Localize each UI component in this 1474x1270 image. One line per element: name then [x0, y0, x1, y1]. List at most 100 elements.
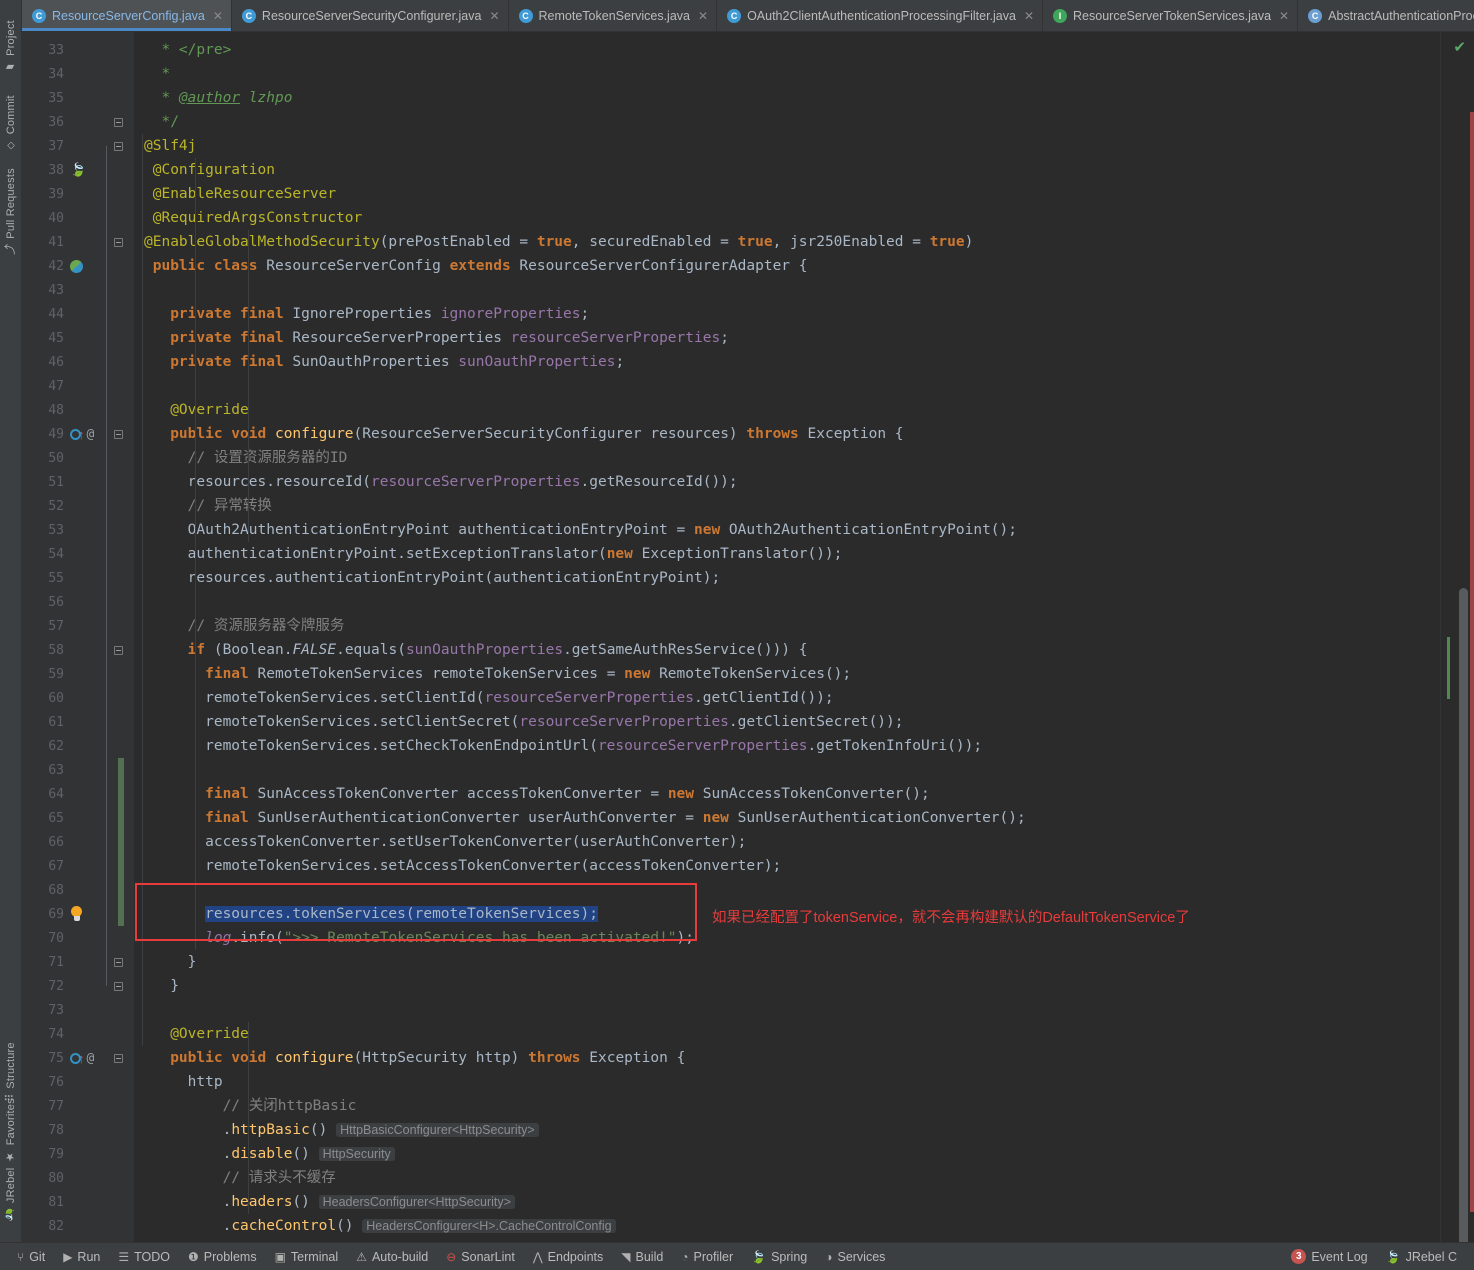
code-line[interactable]: final SunUserAuthenticationConverter use… — [134, 806, 1440, 830]
sidebar-item-favorites[interactable]: ★ Favorites — [0, 1098, 22, 1163]
code-line[interactable] — [134, 998, 1440, 1022]
code-line[interactable]: */ — [134, 110, 1440, 134]
code-line[interactable]: private final IgnoreProperties ignorePro… — [134, 302, 1440, 326]
code-line[interactable]: log.info(">>> RemoteTokenServices has be… — [134, 926, 1440, 950]
editor-scrollbar-thumb[interactable] — [1459, 588, 1468, 1242]
status-item-services[interactable]: ◑ Services — [816, 1250, 894, 1264]
gutter-row[interactable]: 75↑@ — [22, 1046, 134, 1070]
code-line[interactable]: * @author lzhpo — [134, 86, 1440, 110]
gutter-row[interactable]: 70 — [22, 926, 134, 950]
at-icon[interactable]: @ — [87, 427, 95, 442]
fold-collapse-icon[interactable] — [114, 1054, 123, 1063]
gutter-row[interactable]: 39 — [22, 182, 134, 206]
code-line[interactable]: // 设置资源服务器的ID — [134, 446, 1440, 470]
code-line[interactable]: resources.resourceId(resourceServerPrope… — [134, 470, 1440, 494]
code-line[interactable] — [134, 278, 1440, 302]
code-line[interactable]: final SunAccessTokenConverter accessToke… — [134, 782, 1440, 806]
close-icon[interactable]: ✕ — [698, 9, 708, 23]
editor-gutter[interactable]: 333435363738🍃3940414243444546474849↑@505… — [22, 32, 134, 1242]
code-line[interactable]: remoteTokenServices.setAccessTokenConver… — [134, 854, 1440, 878]
editor-tab-2[interactable]: CRemoteTokenServices.java✕ — [509, 0, 718, 31]
gutter-row[interactable]: 52 — [22, 494, 134, 518]
gutter-row[interactable]: 42 — [22, 254, 134, 278]
gutter-row[interactable]: 51 — [22, 470, 134, 494]
gutter-row[interactable]: 62 — [22, 734, 134, 758]
status-item-problems[interactable]: ❶ Problems — [179, 1250, 266, 1264]
sidebar-item-pull-requests[interactable]: ⤴ Pull Requests — [0, 168, 22, 255]
editor-tab-4[interactable]: IResourceServerTokenServices.java✕ — [1043, 0, 1298, 31]
code-line[interactable]: public class ResourceServerConfig extend… — [134, 254, 1440, 278]
gutter-row[interactable]: 74 — [22, 1022, 134, 1046]
code-line[interactable]: // 资源服务器令牌服务 — [134, 614, 1440, 638]
code-line[interactable]: // 关闭httpBasic — [134, 1094, 1440, 1118]
code-line[interactable] — [134, 374, 1440, 398]
bean-icon[interactable] — [70, 260, 83, 273]
fold-toggle[interactable] — [106, 1054, 130, 1063]
code-editor[interactable]: 333435363738🍃3940414243444546474849↑@505… — [22, 32, 1474, 1242]
gutter-row[interactable]: 61 — [22, 710, 134, 734]
editor-tab-1[interactable]: CResourceServerSecurityConfigurer.java✕ — [232, 0, 509, 31]
code-line[interactable]: authenticationEntryPoint.setExceptionTra… — [134, 542, 1440, 566]
sidebar-item-structure[interactable]: ⠿ Structure — [0, 1042, 22, 1102]
code-line[interactable]: } — [134, 974, 1440, 998]
gutter-row[interactable]: 41 — [22, 230, 134, 254]
code-line[interactable]: @Configuration — [134, 158, 1440, 182]
code-line[interactable]: private final SunOauthProperties sunOaut… — [134, 350, 1440, 374]
code-content[interactable]: * </pre> * * @author lzhpo */@Slf4j @Con… — [134, 32, 1440, 1242]
code-line[interactable]: OAuth2AuthenticationEntryPoint authentic… — [134, 518, 1440, 542]
status-item-build[interactable]: ◥ Build — [612, 1250, 672, 1264]
gutter-row[interactable]: 60 — [22, 686, 134, 710]
code-line[interactable]: @Override — [134, 1022, 1440, 1046]
close-icon[interactable]: ✕ — [489, 9, 499, 23]
code-line[interactable]: public void configure(ResourceServerSecu… — [134, 422, 1440, 446]
fold-collapse-icon[interactable] — [114, 430, 123, 439]
editor-marker-bar[interactable]: ✔ — [1440, 32, 1474, 1242]
code-line[interactable]: .cacheControl() HeadersConfigurer<H>.Cac… — [134, 1214, 1440, 1238]
gutter-row[interactable]: 55 — [22, 566, 134, 590]
code-line[interactable]: if (Boolean.FALSE.equals(sunOauthPropert… — [134, 638, 1440, 662]
status-item-todo[interactable]: ☰ TODO — [109, 1250, 179, 1264]
override-icon[interactable]: ↑ — [70, 429, 85, 440]
override-icon[interactable]: ↑ — [70, 1053, 85, 1064]
gutter-row[interactable]: 54 — [22, 542, 134, 566]
code-line[interactable] — [134, 590, 1440, 614]
code-line[interactable]: // 请求头不缓存 — [134, 1166, 1440, 1190]
gutter-row[interactable]: 37 — [22, 134, 134, 158]
at-icon[interactable]: @ — [87, 1051, 95, 1066]
status-item-profiler[interactable]: ◔ Profiler — [672, 1250, 742, 1264]
gutter-row[interactable]: 38🍃 — [22, 158, 134, 182]
status-item-terminal[interactable]: ▣ Terminal — [266, 1250, 348, 1264]
gutter-row[interactable]: 58 — [22, 638, 134, 662]
status-item-endpoints[interactable]: ⋀ Endpoints — [524, 1250, 612, 1264]
close-icon[interactable]: ✕ — [213, 9, 223, 23]
gutter-row[interactable]: 82 — [22, 1214, 134, 1238]
code-line[interactable]: * — [134, 62, 1440, 86]
gutter-row[interactable]: 34 — [22, 62, 134, 86]
inspection-status-icon[interactable]: ✔ — [1453, 38, 1466, 56]
gutter-row[interactable]: 73 — [22, 998, 134, 1022]
sidebar-item-jrebel[interactable]: 🍃 JRebel — [0, 1168, 22, 1222]
gutter-row[interactable]: 36 — [22, 110, 134, 134]
status-item-jrebel[interactable]: 🍃 JRebel C — [1377, 1250, 1466, 1264]
gutter-row[interactable]: 47 — [22, 374, 134, 398]
fold-collapse-icon[interactable] — [114, 646, 123, 655]
code-line[interactable]: accessTokenConverter.setUserTokenConvert… — [134, 830, 1440, 854]
gutter-row[interactable]: 76 — [22, 1070, 134, 1094]
code-line[interactable]: @EnableGlobalMethodSecurity(prePostEnabl… — [134, 230, 1440, 254]
gutter-row[interactable]: 35 — [22, 86, 134, 110]
sidebar-item-project[interactable]: ▰ Project — [0, 20, 22, 74]
gutter-row[interactable]: 44 — [22, 302, 134, 326]
code-line[interactable]: @Slf4j — [134, 134, 1440, 158]
code-line[interactable]: @EnableResourceServer — [134, 182, 1440, 206]
fold-toggle[interactable] — [106, 958, 130, 967]
code-line[interactable] — [134, 758, 1440, 782]
fold-toggle[interactable] — [106, 142, 130, 151]
code-line[interactable] — [134, 878, 1440, 902]
fold-expand-icon[interactable] — [114, 982, 123, 991]
code-line[interactable]: resources.authenticationEntryPoint(authe… — [134, 566, 1440, 590]
gutter-row[interactable]: 56 — [22, 590, 134, 614]
spring-bean-icon[interactable]: 🍃 — [70, 163, 84, 177]
gutter-row[interactable]: 57 — [22, 614, 134, 638]
code-line[interactable]: @Override — [134, 398, 1440, 422]
code-line[interactable]: .httpBasic() HttpBasicConfigurer<HttpSec… — [134, 1118, 1440, 1142]
